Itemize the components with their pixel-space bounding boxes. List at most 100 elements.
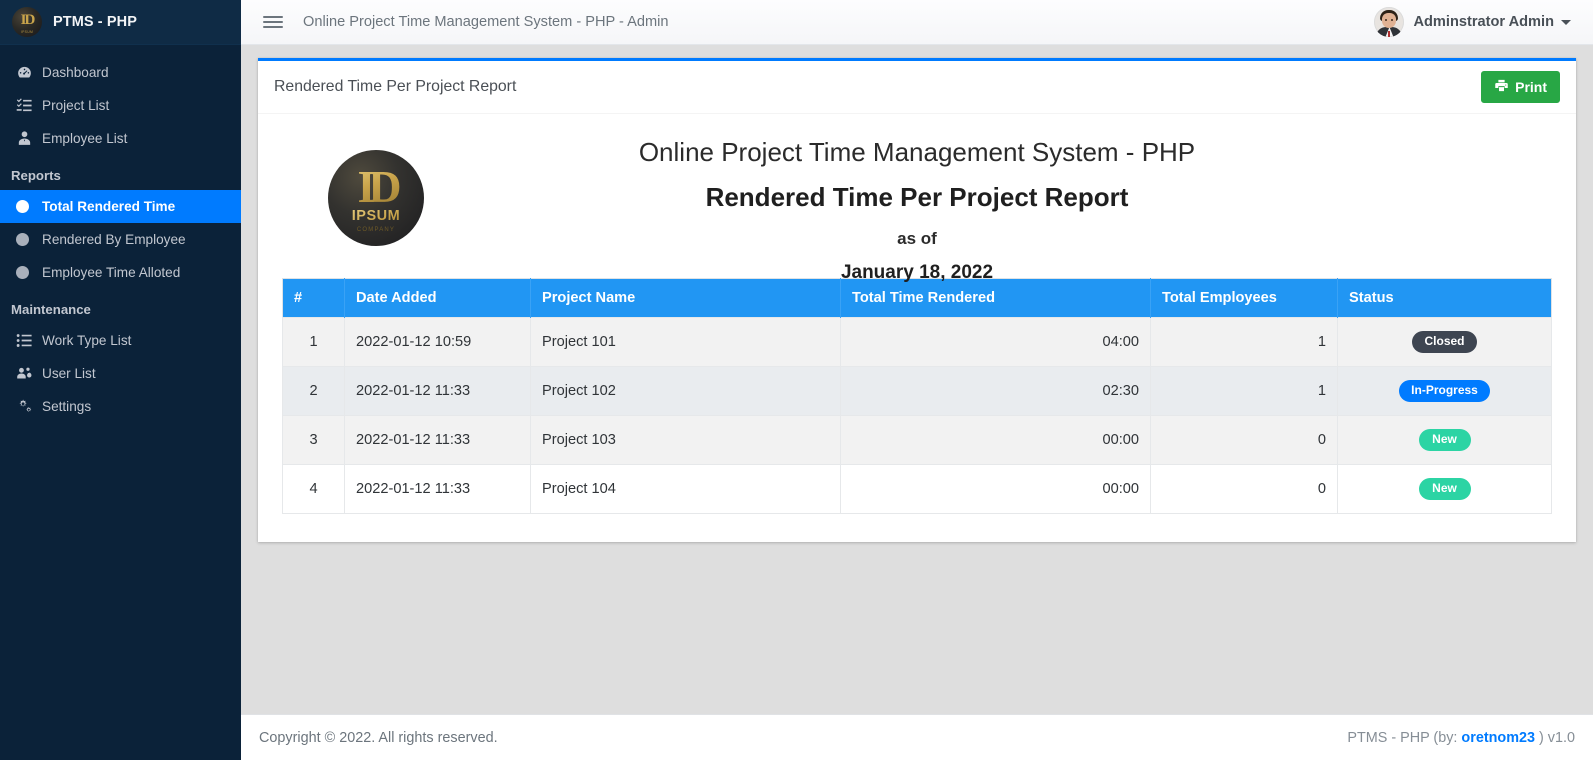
report-header: ID IPSUM COMPANY Online Project Time Man… — [282, 132, 1552, 283]
sidebar-item-employee-time-alloted[interactable]: Employee Time Alloted — [0, 256, 241, 289]
circle-icon — [16, 266, 42, 279]
report-name: Rendered Time Per Project Report — [705, 181, 1129, 212]
sidebar-brand[interactable]: ID IPSUM PTMS - PHP — [0, 0, 241, 45]
card-title: Rendered Time Per Project Report — [274, 78, 517, 95]
column-header-index[interactable]: # — [282, 278, 345, 318]
hamburger-icon[interactable] — [263, 12, 283, 32]
cell-time: 00:00 — [840, 415, 1151, 465]
user-tie-icon — [16, 130, 42, 147]
list-icon — [16, 332, 42, 349]
users-cog-icon — [16, 365, 42, 382]
report-titles: Online Project Time Management System - … — [282, 132, 1552, 284]
circle-icon — [16, 233, 42, 246]
cell-employees: 1 — [1150, 366, 1338, 416]
report-system-name: Online Project Time Management System - … — [638, 137, 1196, 167]
gears-icon — [16, 398, 42, 415]
cell-status: In-Progress — [1337, 366, 1552, 416]
tasks-list-icon — [16, 97, 42, 114]
report-logo-wordmark: IPSUM — [328, 208, 424, 224]
status-badge: In-Progress — [1399, 380, 1490, 402]
sidebar-section-header-maintenance: Maintenance — [11, 302, 91, 317]
card-header: Rendered Time Per Project Report Print — [258, 61, 1576, 114]
column-header-project[interactable]: Project Name — [530, 278, 841, 318]
sidebar-section-header-reports: Reports — [11, 168, 61, 183]
table-body: 1 2022-01-12 10:59 Project 101 04:00 1 C… — [282, 317, 1552, 514]
ipsum-company-logo-icon: ID IPSUM — [12, 7, 42, 37]
brand-name: PTMS - PHP — [53, 14, 137, 30]
cell-index: 2 — [282, 366, 345, 416]
cell-date: 2022-01-12 11:33 — [344, 366, 531, 416]
cell-time: 02:30 — [840, 366, 1151, 416]
cell-date: 2022-01-12 11:33 — [344, 464, 531, 514]
cell-date: 2022-01-12 11:33 — [344, 415, 531, 465]
sidebar-item-label: User List — [42, 365, 96, 381]
cell-status: New — [1337, 464, 1552, 514]
sidebar-item-label: Work Type List — [42, 332, 132, 348]
sidebar-item-work-type-list[interactable]: Work Type List — [0, 324, 241, 357]
cell-time: 00:00 — [840, 464, 1151, 514]
cell-project: Project 103 — [530, 415, 841, 465]
page-title: Online Project Time Management System - … — [303, 14, 669, 30]
sidebar-item-label: Project List — [42, 97, 110, 113]
column-header-employees[interactable]: Total Employees — [1150, 278, 1338, 318]
content-area: Rendered Time Per Project Report Print I… — [241, 45, 1593, 714]
sidebar-item-label: Dashboard — [42, 64, 109, 80]
sidebar-item-user-list[interactable]: User List — [0, 357, 241, 390]
print-button-label: Print — [1515, 79, 1547, 95]
report-card: Rendered Time Per Project Report Print I… — [258, 58, 1576, 542]
table-row[interactable]: 1 2022-01-12 10:59 Project 101 04:00 1 C… — [282, 317, 1552, 367]
table-row[interactable]: 4 2022-01-12 11:33 Project 104 00:00 0 N… — [282, 464, 1552, 514]
printer-icon — [1494, 78, 1509, 96]
table-row[interactable]: 2 2022-01-12 11:33 Project 102 02:30 1 I… — [282, 366, 1552, 416]
chevron-down-icon — [1561, 19, 1571, 25]
ipsum-company-logo-icon: ID IPSUM COMPANY — [328, 150, 424, 246]
cell-date: 2022-01-12 10:59 — [344, 317, 531, 367]
cell-index: 4 — [282, 464, 345, 514]
sidebar-item-label: Employee List — [42, 130, 128, 146]
footer: Copyright © 2022. All rights reserved. P… — [241, 714, 1593, 760]
sidebar-item-rendered-by-employee[interactable]: Rendered By Employee — [0, 223, 241, 256]
sidebar-item-project-list[interactable]: Project List — [0, 89, 241, 122]
cell-index: 3 — [282, 415, 345, 465]
sidebar-item-total-rendered-time[interactable]: Total Rendered Time — [0, 190, 241, 223]
sidebar-item-employee-list[interactable]: Employee List — [0, 122, 241, 155]
sidebar-nav: Dashboard Project List Employee List Rep… — [0, 45, 241, 423]
sidebar-item-label: Employee Time Alloted — [42, 264, 181, 280]
cell-employees: 0 — [1150, 415, 1338, 465]
status-badge: New — [1418, 478, 1471, 500]
avatar — [1374, 7, 1405, 37]
cell-employees: 1 — [1150, 317, 1338, 367]
circle-icon — [16, 200, 42, 213]
cell-project: Project 104 — [530, 464, 841, 514]
footer-credit-suffix: ) v1.0 — [1535, 729, 1575, 746]
card-body: ID IPSUM COMPANY Online Project Time Man… — [258, 114, 1576, 542]
cell-project: Project 102 — [530, 366, 841, 416]
column-header-status[interactable]: Status — [1337, 278, 1552, 318]
sidebar: ID IPSUM PTMS - PHP Dashboard Project Li… — [0, 0, 241, 760]
cell-project: Project 101 — [530, 317, 841, 367]
footer-copyright: Copyright © 2022. All rights reserved. — [259, 729, 498, 746]
logo-monogram: ID — [20, 12, 36, 28]
column-header-date[interactable]: Date Added — [344, 278, 531, 318]
user-menu[interactable]: Adminstrator Admin — [1374, 7, 1571, 37]
rendered-time-table: # Date Added Project Name Total Time Ren… — [282, 278, 1552, 514]
table-header-row: # Date Added Project Name Total Time Ren… — [282, 278, 1552, 318]
cell-employees: 0 — [1150, 464, 1338, 514]
sidebar-item-label: Rendered By Employee — [42, 231, 186, 247]
column-header-time[interactable]: Total Time Rendered — [840, 278, 1151, 318]
cell-status: New — [1337, 415, 1552, 465]
status-badge: New — [1418, 429, 1471, 451]
user-name: Adminstrator Admin — [1413, 14, 1554, 30]
print-button[interactable]: Print — [1481, 71, 1560, 103]
footer-author-link[interactable]: oretnom23 — [1461, 730, 1535, 746]
sidebar-item-dashboard[interactable]: Dashboard — [0, 56, 241, 89]
top-navbar: Online Project Time Management System - … — [241, 0, 1593, 45]
logo-subtext: IPSUM — [20, 30, 34, 34]
status-badge: Closed — [1412, 331, 1477, 353]
report-logo-monogram: ID — [328, 164, 424, 210]
footer-credit: PTMS - PHP (by: oretnom23 ) v1.0 — [1347, 730, 1575, 746]
sidebar-item-settings[interactable]: Settings — [0, 390, 241, 423]
table-head: # Date Added Project Name Total Time Ren… — [282, 278, 1552, 318]
report-as-of-label: as of — [897, 229, 937, 248]
table-row[interactable]: 3 2022-01-12 11:33 Project 103 00:00 0 N… — [282, 415, 1552, 465]
